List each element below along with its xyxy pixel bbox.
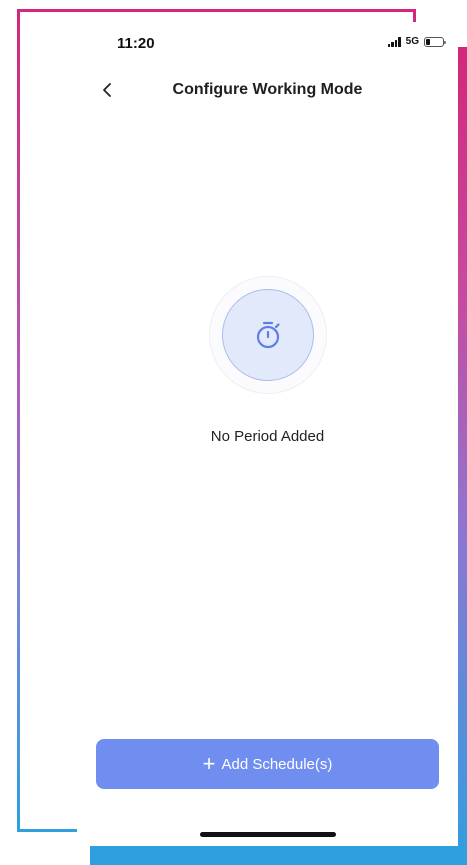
stopwatch-icon: [256, 321, 280, 349]
decorative-frame-top: [17, 9, 416, 12]
signal-icon: [387, 36, 401, 47]
add-schedule-button[interactable]: + Add Schedule(s): [96, 739, 439, 789]
status-bar: 11:20 5G: [77, 22, 458, 62]
empty-state-icon-ring: [208, 276, 327, 394]
canvas: 11:20 5G Configure Working Mode No Perio…: [0, 0, 467, 865]
empty-state: No Period Added: [77, 276, 458, 445]
empty-state-icon-circle: [221, 289, 314, 381]
phone-screen: 11:20 5G Configure Working Mode No Perio…: [77, 22, 458, 846]
decorative-band-bottom: [90, 846, 467, 865]
battery-level: [426, 38, 430, 45]
decorative-frame-bottom: [17, 829, 77, 832]
status-indicators: 5G: [387, 36, 446, 47]
battery-icon: [424, 36, 446, 47]
page-title: Configure Working Mode: [172, 81, 363, 98]
empty-state-message: No Period Added: [210, 428, 325, 445]
decorative-frame-left: [17, 9, 20, 831]
status-time: 11:20: [117, 35, 155, 52]
home-indicator[interactable]: [200, 832, 336, 837]
network-type: 5G: [405, 36, 419, 47]
add-schedule-label: Add Schedule(s): [221, 755, 333, 773]
decorative-frame-top-drop: [413, 9, 416, 23]
decorative-band-right: [458, 47, 467, 865]
plus-icon: +: [202, 751, 216, 776]
nav-bar: Configure Working Mode: [77, 72, 458, 108]
